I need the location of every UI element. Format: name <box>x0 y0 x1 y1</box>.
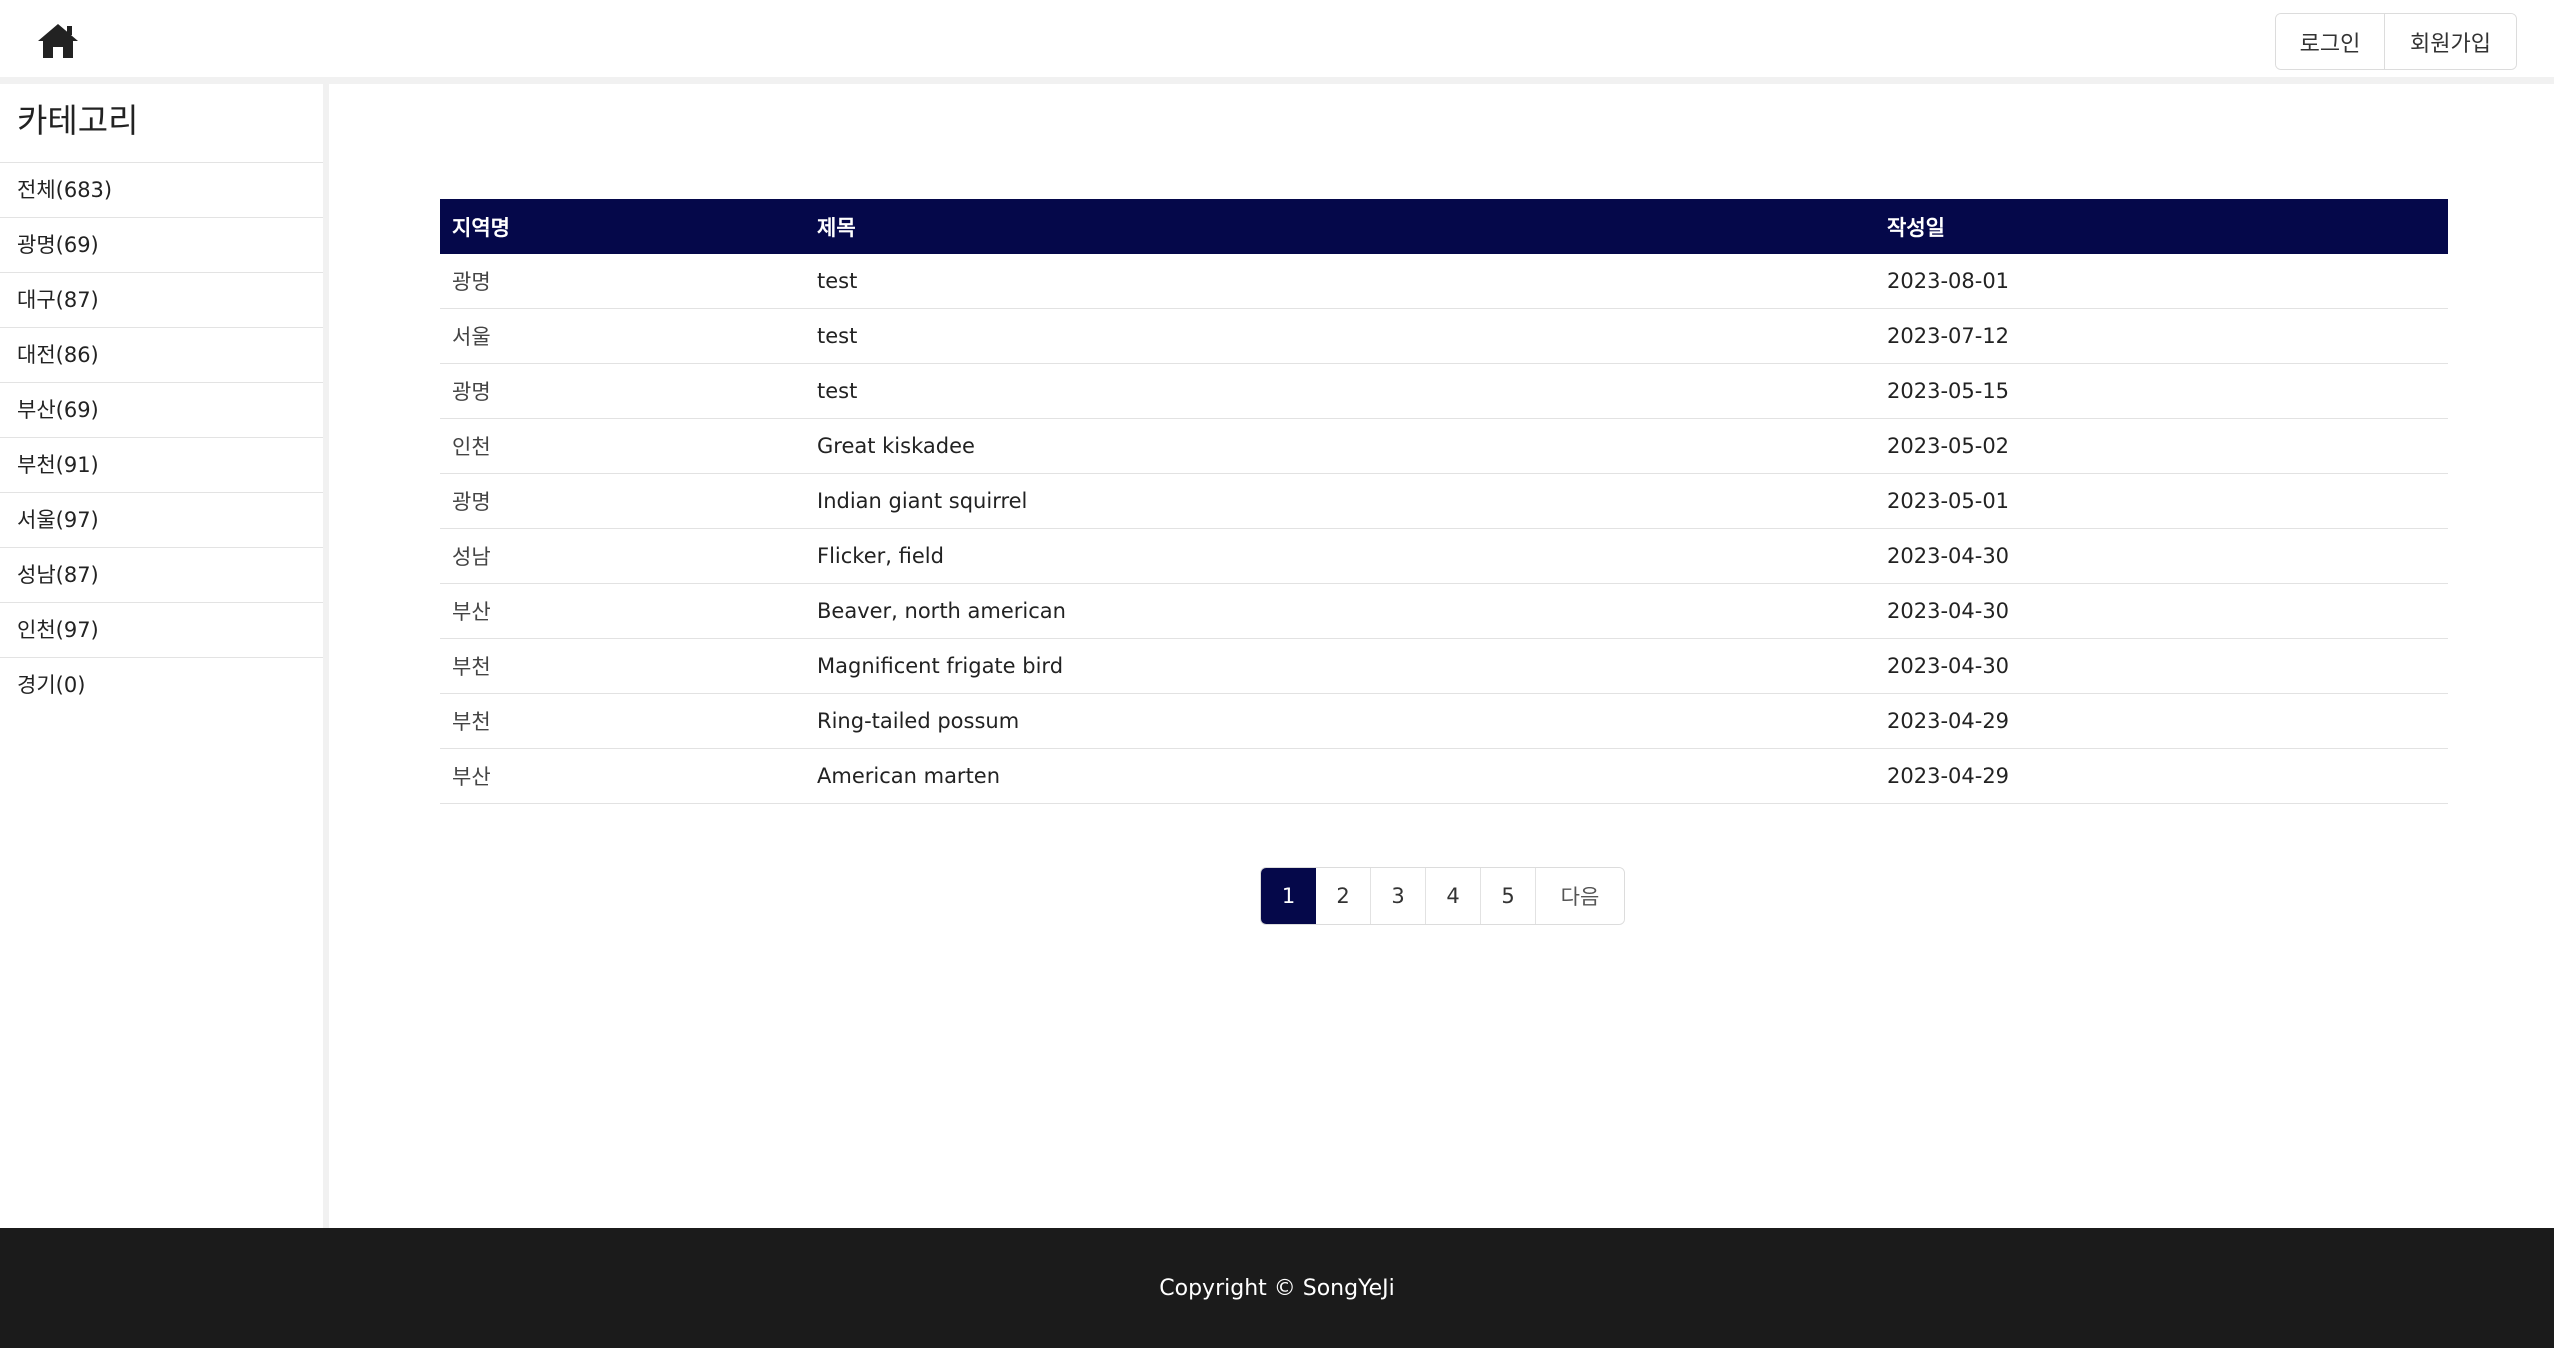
cell-date: 2023-04-30 <box>1875 583 2448 639</box>
table-row[interactable]: 부천 Magnificent frigate bird 2023-04-30 <box>440 638 2448 694</box>
category-item-daejeon[interactable]: 대전(86) <box>0 328 323 383</box>
cell-title[interactable]: Indian giant squirrel <box>805 473 1875 529</box>
cell-region: 광명 <box>440 473 805 529</box>
cell-region: 광명 <box>440 254 805 309</box>
cell-date: 2023-04-29 <box>1875 693 2448 749</box>
cell-title[interactable]: test <box>805 363 1875 419</box>
cell-title[interactable]: Magnificent frigate bird <box>805 638 1875 694</box>
cell-date: 2023-04-29 <box>1875 748 2448 804</box>
signup-button[interactable]: 회원가입 <box>2385 14 2516 69</box>
category-list: 전체(683) 광명(69) 대구(87) 대전(86) 부산(69) 부천(9… <box>0 163 323 712</box>
home-icon <box>38 24 78 58</box>
cell-date: 2023-04-30 <box>1875 528 2448 584</box>
cell-title[interactable]: Ring-tailed possum <box>805 693 1875 749</box>
cell-date: 2023-08-01 <box>1875 254 2448 309</box>
cell-region: 부산 <box>440 583 805 639</box>
copyright-text: Copyright © SongYeJi <box>1159 1275 1395 1301</box>
table-header-row: 지역명 제목 작성일 <box>440 199 2448 254</box>
cell-region: 부산 <box>440 748 805 804</box>
pagination: 1 2 3 4 5 다음 <box>1260 867 1625 925</box>
category-item-seoul[interactable]: 서울(97) <box>0 493 323 548</box>
cell-date: 2023-07-12 <box>1875 308 2448 364</box>
cell-date: 2023-04-30 <box>1875 638 2448 694</box>
post-table: 지역명 제목 작성일 광명 test 2023-08-01 서울 test 20… <box>440 199 2448 804</box>
cell-date: 2023-05-01 <box>1875 473 2448 529</box>
cell-title[interactable]: test <box>805 308 1875 364</box>
cell-title[interactable]: Flicker, field <box>805 528 1875 584</box>
table-row[interactable]: 광명 test 2023-08-01 <box>440 254 2448 309</box>
cell-region: 성남 <box>440 528 805 584</box>
page-button-1[interactable]: 1 <box>1261 868 1316 924</box>
cell-region: 부천 <box>440 638 805 694</box>
table-row[interactable]: 부산 Beaver, north american 2023-04-30 <box>440 583 2448 639</box>
cell-title[interactable]: Beaver, north american <box>805 583 1875 639</box>
cell-title[interactable]: test <box>805 254 1875 309</box>
page-button-4[interactable]: 4 <box>1426 868 1481 924</box>
column-header-date: 작성일 <box>1875 199 2448 254</box>
table-row[interactable]: 광명 test 2023-05-15 <box>440 363 2448 419</box>
table-row[interactable]: 부천 Ring-tailed possum 2023-04-29 <box>440 693 2448 749</box>
category-item-bucheon[interactable]: 부천(91) <box>0 438 323 493</box>
top-header: 로그인 회원가입 <box>0 0 2554 84</box>
next-page-button[interactable]: 다음 <box>1536 868 1624 924</box>
table-row[interactable]: 광명 Indian giant squirrel 2023-05-01 <box>440 473 2448 529</box>
category-item-gyeonggi[interactable]: 경기(0) <box>0 658 323 712</box>
category-item-gwangmyeong[interactable]: 광명(69) <box>0 218 323 273</box>
auth-button-group: 로그인 회원가입 <box>2275 13 2517 70</box>
cell-region: 인천 <box>440 418 805 474</box>
category-item-seongnam[interactable]: 성남(87) <box>0 548 323 603</box>
column-header-title: 제목 <box>805 199 1875 254</box>
cell-region: 부천 <box>440 693 805 749</box>
category-item-incheon[interactable]: 인천(97) <box>0 603 323 658</box>
cell-region: 서울 <box>440 308 805 364</box>
page-button-2[interactable]: 2 <box>1316 868 1371 924</box>
category-item-busan[interactable]: 부산(69) <box>0 383 323 438</box>
footer: Copyright © SongYeJi <box>0 1228 2554 1348</box>
page-button-5[interactable]: 5 <box>1481 868 1536 924</box>
cell-region: 광명 <box>440 363 805 419</box>
cell-title[interactable]: American marten <box>805 748 1875 804</box>
table-row[interactable]: 서울 test 2023-07-12 <box>440 308 2448 364</box>
column-header-region: 지역명 <box>440 199 805 254</box>
sidebar-title: 카테고리 <box>0 84 323 163</box>
login-button[interactable]: 로그인 <box>2276 14 2385 69</box>
home-button[interactable] <box>32 16 84 66</box>
category-item-all[interactable]: 전체(683) <box>0 163 323 218</box>
cell-date: 2023-05-02 <box>1875 418 2448 474</box>
table-row[interactable]: 인천 Great kiskadee 2023-05-02 <box>440 418 2448 474</box>
cell-date: 2023-05-15 <box>1875 363 2448 419</box>
table-row[interactable]: 부산 American marten 2023-04-29 <box>440 748 2448 804</box>
cell-title[interactable]: Great kiskadee <box>805 418 1875 474</box>
category-item-daegu[interactable]: 대구(87) <box>0 273 323 328</box>
category-sidebar: 카테고리 전체(683) 광명(69) 대구(87) 대전(86) 부산(69)… <box>0 84 329 1228</box>
page-button-3[interactable]: 3 <box>1371 868 1426 924</box>
table-row[interactable]: 성남 Flicker, field 2023-04-30 <box>440 528 2448 584</box>
